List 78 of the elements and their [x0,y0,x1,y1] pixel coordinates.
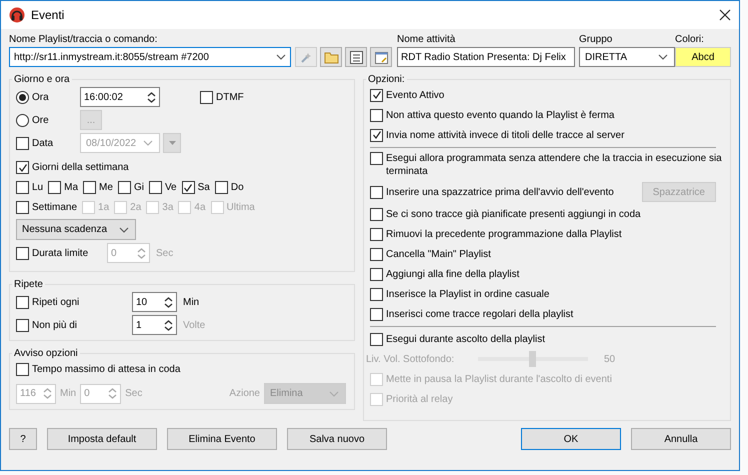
checkbox[interactable]: Rimuovi la precedente programmazione dalla Playlist [370,228,622,240]
folder-icon[interactable] [324,50,338,64]
spin-field[interactable]: 1 [132,315,177,335]
checkmark-icon [18,162,28,172]
checkbox[interactable]: Lu [16,181,44,194]
close-icon[interactable] [719,9,731,21]
spin-arrows-icon[interactable] [147,90,156,104]
color-sample[interactable]: Abcd [675,47,731,67]
dropdown[interactable]: Nessuna scadenza [16,219,136,240]
unit-label: Min [60,388,76,399]
checkbox[interactable]: Evento Attivo [370,88,444,102]
checkbox[interactable]: Tempo massimo di attesa in coda [16,363,180,376]
checkbox[interactable]: Esegui allora programmata senza attendere che la traccia in esecuzione sia terminata [370,152,722,178]
checkmark-icon [183,182,194,192]
checkbox[interactable]: Sa [182,181,210,194]
field-label: Nome Playlist/traccia o comando: [9,34,158,47]
unit-label: Sec [156,248,174,258]
window-title: Eventi [31,8,66,22]
unit-label: Sec [125,388,142,399]
field-label: Gruppo [579,34,614,47]
caret-icon [168,141,176,145]
checkmark-icon [372,130,382,140]
checkbox[interactable]: Aggiungi alla fine della playlist [370,268,520,280]
group-title: Opzioni: [367,73,406,86]
checkbox[interactable]: Ma [48,181,78,194]
checkbox[interactable]: Esegui durante ascolto della playlist [370,332,545,346]
radio-button[interactable]: Ora [16,90,49,104]
dialog-button[interactable]: Elimina Evento [167,428,277,450]
unit-label: Min [183,296,200,308]
calendar-button[interactable] [163,133,181,153]
notepad-icon[interactable] [374,50,388,64]
checkbox[interactable]: Do [214,181,244,194]
dialog-button[interactable]: Imposta default [47,428,157,450]
checkbox[interactable]: Cancella "Main" Playlist [370,248,491,260]
checkbox[interactable]: Me [83,181,113,194]
list-icon[interactable] [348,50,364,64]
unit-label: Volte [183,320,206,330]
checkbox[interactable]: Inserisci come tracce regolari della playlist [370,308,574,320]
checkmark-icon [372,90,382,100]
slider-label: Liv. Vol. Sottofondo: [366,354,456,364]
activity-field[interactable]: RDT Radio Station Presenta: Dj Felix [397,47,575,67]
spin-arrows-icon[interactable] [164,318,173,332]
spin-field[interactable]: 16:00:02 [80,87,160,107]
dialog-button[interactable]: ? [9,428,37,450]
headphones-icon [9,7,25,23]
dialog-button[interactable]: Salva nuovo [287,428,387,450]
chevron-icon [143,140,153,146]
chevron-icon [658,54,668,60]
radio-button[interactable]: Ore [16,114,49,126]
checkbox[interactable]: Ripeti ogni [16,296,80,308]
checkbox[interactable]: Inserisce la Playlist in ordine casuale [370,288,550,300]
chevron-icon [276,54,286,60]
checkbox[interactable]: Se ci sono tracce già pianificate presenti aggiungi in coda [370,208,641,220]
slider-value: 50 [604,354,616,364]
spin-arrows-icon[interactable] [164,296,173,308]
group-title: Avviso opzioni [13,347,79,360]
checkbox[interactable]: Non attiva questo evento quando la Playlist è ferma [370,108,614,122]
checkbox[interactable]: Inserire una spazzatrice prima dell'avvio dell'evento [370,186,614,198]
checkbox[interactable]: Invia nome attività invece di titoli delle tracce al server [370,128,624,142]
dropdown[interactable]: DIRETTA [579,47,675,67]
checkbox[interactable]: Giorni della settimana [16,161,129,174]
checkbox[interactable]: Settimane [16,201,78,214]
spin-field[interactable]: 10 [132,292,177,312]
chevron-icon [329,390,339,396]
checkbox[interactable]: Data [16,136,54,150]
field-label: Colori: [675,34,705,47]
checkbox[interactable]: Non più di [16,318,78,332]
dialog-button[interactable]: Annulla [631,428,731,450]
checkbox[interactable]: DTMF [200,90,244,104]
checkbox[interactable]: Durata limite [16,246,88,260]
group-title: Giorno e ora [13,73,71,86]
chevron-icon [119,226,129,232]
command-field[interactable]: http://sr11.inmystream.it:8055/stream #7200 [9,47,291,67]
field-label: Nome attività [397,34,456,47]
unit-label: Azione [229,388,260,399]
dialog-button[interactable]: OK [521,428,621,450]
checkbox[interactable]: Ve [148,181,177,194]
group-title: Ripete [13,278,44,291]
